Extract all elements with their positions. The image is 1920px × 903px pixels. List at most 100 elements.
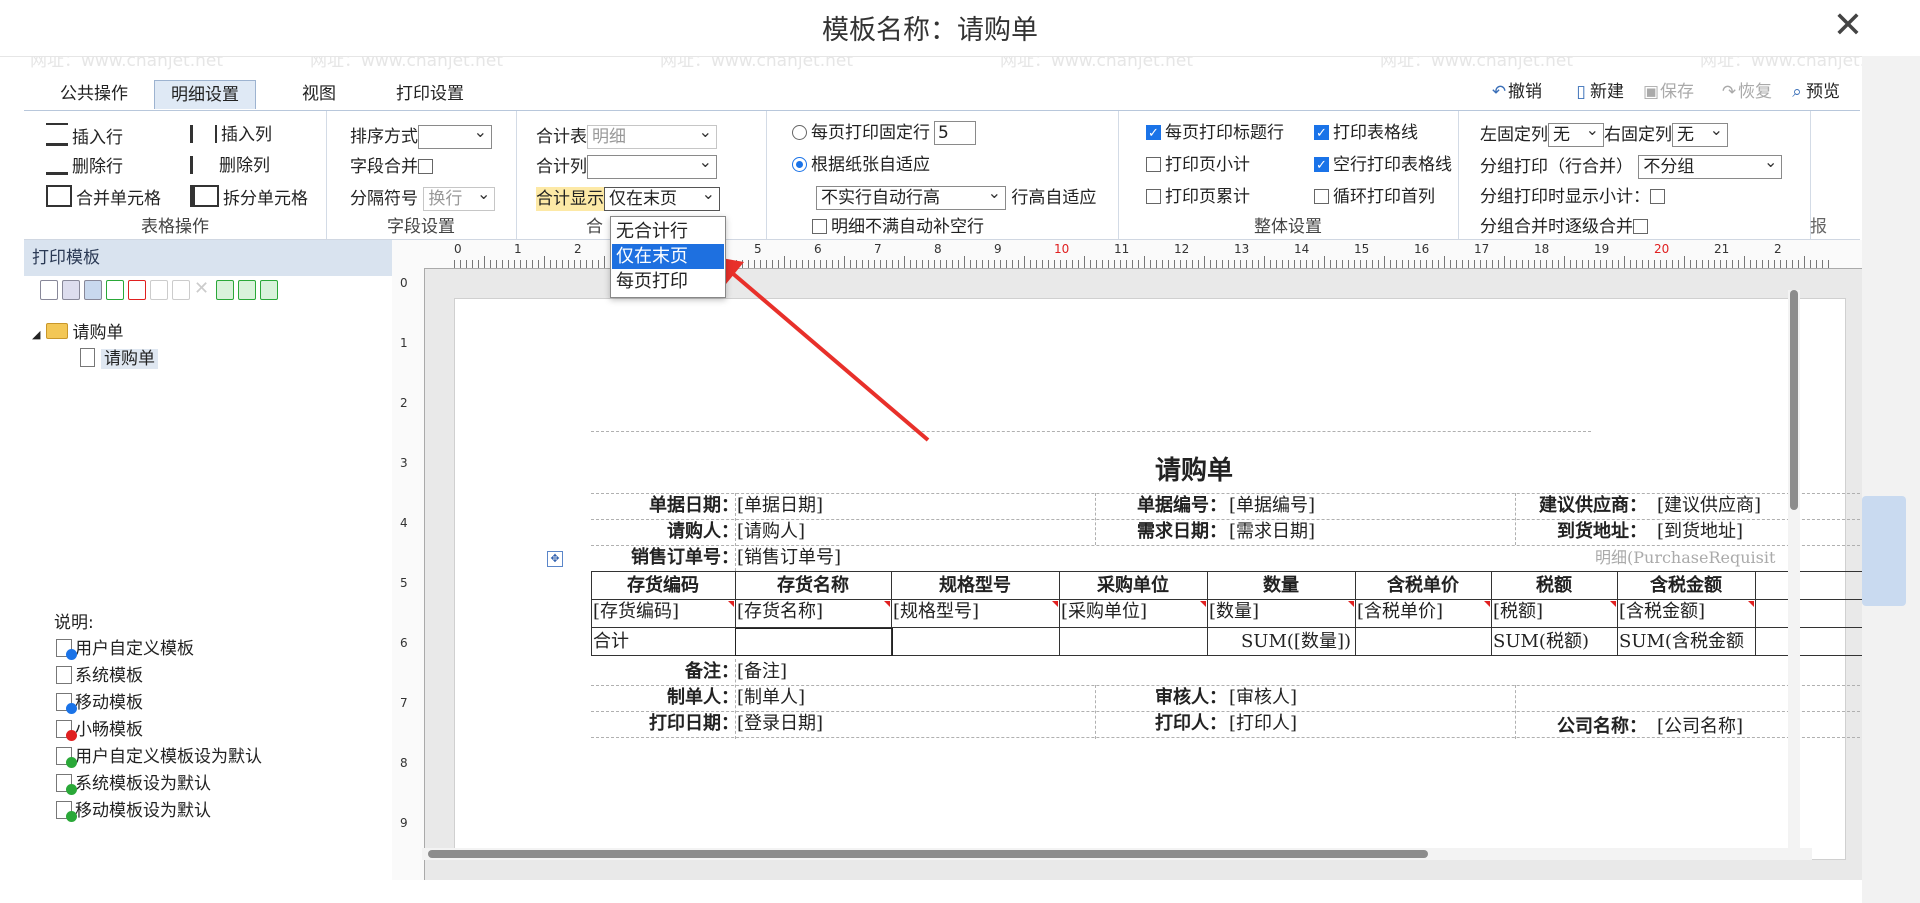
group-subtotal-checkbox[interactable] <box>1650 189 1665 204</box>
vertical-scrollbar[interactable] <box>1788 290 1800 850</box>
page-cumulative-checkbox[interactable] <box>1146 189 1161 204</box>
horizontal-scrollbar[interactable] <box>422 848 1812 860</box>
save-as-template-icon[interactable] <box>84 280 102 300</box>
print-title-checkbox[interactable] <box>1146 122 1161 146</box>
left-fixed-select[interactable]: 无 <box>1548 119 1604 147</box>
detail-region-caption[interactable]: 明细(PurchaseRequisit <box>1595 547 1775 569</box>
delete-template-icon[interactable] <box>128 280 146 300</box>
row-height-select[interactable]: 不实行自动行高 <box>816 182 1006 210</box>
new-button[interactable]: ▯ 新建 <box>1572 78 1624 106</box>
column-header[interactable]: 规格型号 <box>891 575 1059 597</box>
merge-cells-button[interactable]: 合并单元格 <box>46 185 161 209</box>
field-label[interactable]: 备注： <box>591 661 739 683</box>
field-placeholder[interactable]: [登录日期] <box>737 713 823 735</box>
tree-root[interactable]: ◢ 请购单 <box>32 318 123 343</box>
field-merge-checkbox[interactable] <box>418 159 433 174</box>
field-placeholder[interactable]: [公司名称] <box>1657 716 1743 738</box>
total-field[interactable]: 合计 <box>593 631 629 653</box>
field-label[interactable]: 制单人： <box>591 687 739 709</box>
detail-field[interactable]: [存货编码] <box>593 601 679 623</box>
close-icon[interactable]: ✕ <box>1828 4 1868 48</box>
column-header[interactable]: 存货名称 <box>735 575 891 597</box>
option-last-page-only[interactable]: 仅在末页 <box>612 244 724 269</box>
remove-icon[interactable]: ✕ <box>194 280 212 300</box>
field-placeholder[interactable]: [备注] <box>737 661 787 683</box>
field-label[interactable]: 请购人： <box>591 521 739 543</box>
vertical-scroll-thumb[interactable] <box>1790 290 1798 510</box>
field-label[interactable]: 公司名称： <box>1515 716 1647 738</box>
delete-col-button[interactable]: 删除列 <box>190 154 270 178</box>
field-placeholder[interactable]: [打印人] <box>1229 713 1297 735</box>
option-every-page[interactable]: 每页打印 <box>612 269 724 294</box>
detail-field[interactable]: [采购单位] <box>1061 601 1147 623</box>
field-label[interactable]: 销售订单号： <box>591 547 739 569</box>
split-cells-button[interactable]: 拆分单元格 <box>190 185 308 209</box>
adapt-paper-radio[interactable] <box>792 157 807 172</box>
field-label[interactable]: 单据编号： <box>1095 495 1227 517</box>
tab-public-ops[interactable]: 公共操作 <box>44 80 144 108</box>
tab-view[interactable]: 视图 <box>286 80 352 108</box>
fixed-rows-input[interactable]: 5 <box>934 121 976 145</box>
import-icon[interactable] <box>216 280 234 300</box>
field-placeholder[interactable]: [建议供应商] <box>1657 495 1761 517</box>
loop-first-col-checkbox[interactable] <box>1314 189 1329 204</box>
page-subtotal-checkbox[interactable] <box>1146 157 1161 172</box>
column-header[interactable]: 含税金额 <box>1617 575 1755 597</box>
set-default-icon[interactable] <box>106 280 124 300</box>
field-label[interactable]: 审核人： <box>1095 687 1227 709</box>
export-icon[interactable] <box>238 280 256 300</box>
field-placeholder[interactable]: [需求日期] <box>1229 521 1315 543</box>
detail-field[interactable]: [存货名称] <box>737 601 823 623</box>
selected-cell[interactable] <box>735 628 893 656</box>
total-col-select[interactable] <box>587 151 717 179</box>
tree-item-template[interactable]: 请购单 <box>80 344 158 369</box>
move-handle-icon[interactable]: ✥ <box>547 551 563 567</box>
field-placeholder[interactable]: [审核人] <box>1229 687 1297 709</box>
total-field[interactable]: SUM(税额) <box>1493 631 1589 653</box>
detail-field[interactable]: [数量] <box>1209 601 1259 623</box>
total-field[interactable]: SUM(含税金额 <box>1619 631 1744 653</box>
group-merge-checkbox[interactable] <box>1633 219 1648 234</box>
total-table-select[interactable]: 明细 <box>587 121 717 149</box>
delete-row-button[interactable]: 删除行 <box>46 154 123 178</box>
field-label[interactable]: 单据日期： <box>591 495 739 517</box>
field-placeholder[interactable]: [销售订单号] <box>737 547 841 569</box>
column-header[interactable]: 数量 <box>1207 575 1355 597</box>
option-no-total[interactable]: 无合计行 <box>612 219 724 244</box>
column-header[interactable]: 含税单价 <box>1355 575 1491 597</box>
field-label[interactable]: 建议供应商： <box>1515 495 1647 517</box>
collapse-arrow-icon[interactable]: ◢ <box>32 328 40 341</box>
insert-col-button[interactable]: 插入列 <box>190 123 272 147</box>
print-grid-checkbox[interactable] <box>1314 122 1329 146</box>
refresh-icon[interactable] <box>260 280 278 300</box>
field-label[interactable]: 需求日期： <box>1095 521 1227 543</box>
field-placeholder[interactable]: [制单人] <box>737 687 805 709</box>
column-header[interactable]: 税额 <box>1491 575 1617 597</box>
blank-grid-checkbox[interactable] <box>1314 154 1329 178</box>
detail-field[interactable]: [含税单价] <box>1357 601 1443 623</box>
total-display-select[interactable]: 仅在末页 <box>604 183 720 211</box>
separator-select[interactable]: 换行 <box>423 183 496 211</box>
tab-detail-settings[interactable]: 明细设置 <box>154 80 256 109</box>
side-collapse-handle[interactable] <box>1862 496 1906 606</box>
field-label[interactable]: 打印日期： <box>591 713 739 735</box>
detail-field[interactable]: [规格型号] <box>893 601 979 623</box>
edit-template-icon[interactable] <box>172 280 190 300</box>
save-template-icon[interactable] <box>62 280 80 300</box>
undo-button[interactable]: ↶ 撤销 <box>1490 78 1542 106</box>
copy-template-icon[interactable] <box>150 280 168 300</box>
fixed-rows-radio[interactable] <box>792 125 807 140</box>
field-placeholder[interactable]: [到货地址] <box>1657 521 1743 543</box>
report-title[interactable]: 请购单 <box>1155 454 1233 488</box>
restore-button[interactable]: ↷ 恢复 <box>1720 78 1772 106</box>
tab-print-settings[interactable]: 打印设置 <box>380 80 480 108</box>
sort-select[interactable] <box>418 121 492 149</box>
field-placeholder[interactable]: [单据日期] <box>737 495 823 517</box>
column-header[interactable]: 存货编码 <box>591 575 735 597</box>
save-button[interactable]: ▣保存 <box>1642 78 1694 106</box>
field-placeholder[interactable]: [请购人] <box>737 521 805 543</box>
horizontal-scroll-thumb[interactable] <box>428 850 1428 858</box>
total-field[interactable]: SUM([数量]) <box>1209 631 1351 653</box>
preview-button[interactable]: ⌕ 预览 <box>1788 78 1840 106</box>
column-header[interactable]: 采购单位 <box>1059 575 1207 597</box>
